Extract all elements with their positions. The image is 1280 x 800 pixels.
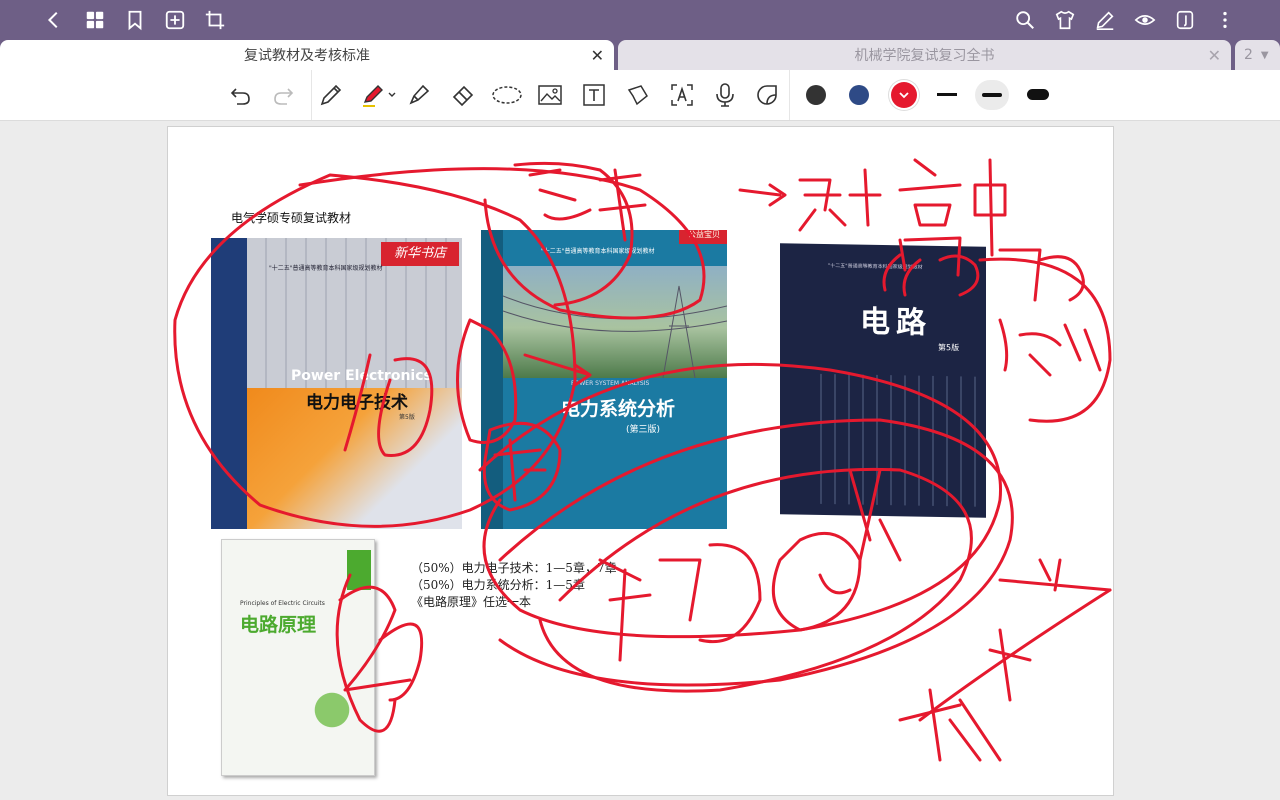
add-page-icon[interactable] (161, 6, 189, 34)
tab-label: 机械学院复试复习全书 (854, 48, 995, 64)
theme-shirt-icon[interactable] (1051, 6, 1079, 34)
scope-line-1: （50%）电力电子技术：1—5章，7章 (411, 561, 617, 575)
cover-en-title: Power Electronics (291, 368, 432, 384)
cover-circuit-lines (820, 373, 980, 507)
stroke-width-thin[interactable] (937, 93, 957, 96)
tab-label: 复试教材及考核标准 (244, 48, 370, 64)
close-tab-icon[interactable]: ✕ (591, 46, 604, 65)
cover-series: "十二五"普通高等教育本科国家级规划教材 (828, 263, 923, 271)
toolbar-divider (311, 70, 312, 120)
document-page[interactable]: 电气学硕专硕复试教材 新华书店 "十二五"普通高等教育本科国家级规划教材 Pow… (167, 126, 1114, 796)
grid-view-icon[interactable] (81, 6, 109, 34)
toolbar-divider (789, 70, 790, 120)
undo-icon[interactable] (226, 81, 256, 109)
caret-down-icon: ▼ (1260, 49, 1269, 61)
bookmark-icon[interactable] (121, 6, 149, 34)
tab-document-inactive[interactable]: 机械学院复试复习全书 ✕ (618, 40, 1231, 70)
cover-accent (347, 550, 371, 590)
book-cover-power-system-analysis: 公益宝贝 "十二五"普通高等教育本科国家级规划教材 POWER SYSTEM A… (481, 230, 727, 529)
transmission-tower-graphic (503, 285, 727, 378)
highlighter-icon[interactable] (404, 81, 434, 109)
lasso-select-icon[interactable] (490, 81, 524, 109)
pen-edit-icon[interactable] (1091, 6, 1119, 34)
book-cover-principles-of-circuits: Principles of Electric Circuits 电路原理 (221, 539, 375, 776)
shape-tool-icon[interactable] (623, 81, 653, 109)
crop-icon[interactable] (201, 6, 229, 34)
search-icon[interactable] (1011, 6, 1039, 34)
image-insert-icon[interactable] (535, 81, 565, 109)
scope-line-3: 《电路原理》任选一本 (411, 595, 532, 609)
tab-count: 2 (1244, 47, 1253, 63)
exam-scope-notes: （50%）电力电子技术：1—5章，7章 （50%）电力系统分析：1—5章 《电路… (411, 560, 617, 611)
cover-series: "十二五"普通高等教育本科国家级规划教材 (541, 248, 655, 255)
chevron-down-icon (899, 92, 909, 99)
cover-badge: 公益宝贝 (679, 230, 727, 244)
cover-en-title: POWER SYSTEM ANALYSIS (571, 380, 650, 387)
cover-edition: (第三版) (626, 425, 661, 435)
cover-title: 电力电子技术 (306, 393, 408, 413)
top-app-bar (0, 0, 1280, 40)
cover-photo (503, 266, 727, 378)
split-view-icon[interactable] (1171, 6, 1199, 34)
ballpoint-pen-icon[interactable] (359, 81, 399, 109)
close-tab-icon[interactable]: ✕ (1208, 46, 1221, 65)
more-menu-icon[interactable] (1211, 6, 1239, 34)
book-cover-circuits: "十二五"普通高等教育本科国家级规划教材 电路 第5版 (780, 243, 986, 518)
text-recognition-icon[interactable] (667, 81, 697, 109)
tab-document-active[interactable]: 复试教材及考核标准 ✕ (0, 40, 614, 70)
eraser-icon[interactable] (448, 81, 478, 109)
sticker-icon[interactable] (752, 81, 782, 109)
fountain-pen-icon[interactable] (316, 81, 346, 109)
book-spine (481, 230, 503, 529)
tab-bar: 复试教材及考核标准 ✕ 机械学院复试复习全书 ✕ 2 ▼ (0, 40, 1280, 70)
cover-edition: 第5版 (938, 342, 960, 353)
cover-badge: 新华书店 (381, 242, 459, 266)
stroke-width-medium-selected[interactable] (975, 80, 1009, 110)
stroke-preview (982, 93, 1002, 97)
scope-line-2: （50%）电力系统分析：1—5章 (411, 578, 585, 592)
book-cover-power-electronics: 新华书店 "十二五"普通高等教育本科国家级规划教材 Power Electron… (211, 238, 462, 529)
microphone-icon[interactable] (710, 81, 740, 109)
tab-overflow[interactable]: 2 ▼ (1235, 40, 1280, 70)
pen-toolbar (0, 70, 1280, 121)
page-heading: 电气学硕专硕复试教材 (231, 211, 352, 225)
cover-title: 电路原理 (240, 614, 317, 636)
cover-edition: 第5版 (399, 414, 415, 421)
book-spine (211, 238, 247, 529)
cover-title: 电路 (860, 304, 932, 341)
back-icon[interactable] (40, 6, 68, 34)
color-swatch-red-selected[interactable] (891, 82, 917, 108)
stroke-width-thick[interactable] (1027, 89, 1049, 100)
cover-en-title: Principles of Electric Circuits (240, 600, 325, 607)
cover-series: "十二五"普通高等教育本科国家级规划教材 (269, 265, 383, 272)
cover-title: 电力系统分析 (561, 398, 676, 420)
cover-tree-graphic (292, 670, 372, 750)
text-box-icon[interactable] (579, 81, 609, 109)
redo-icon[interactable] (268, 81, 298, 109)
eye-icon[interactable] (1131, 6, 1159, 34)
color-swatch-black[interactable] (806, 85, 826, 105)
color-swatch-blue[interactable] (849, 85, 869, 105)
